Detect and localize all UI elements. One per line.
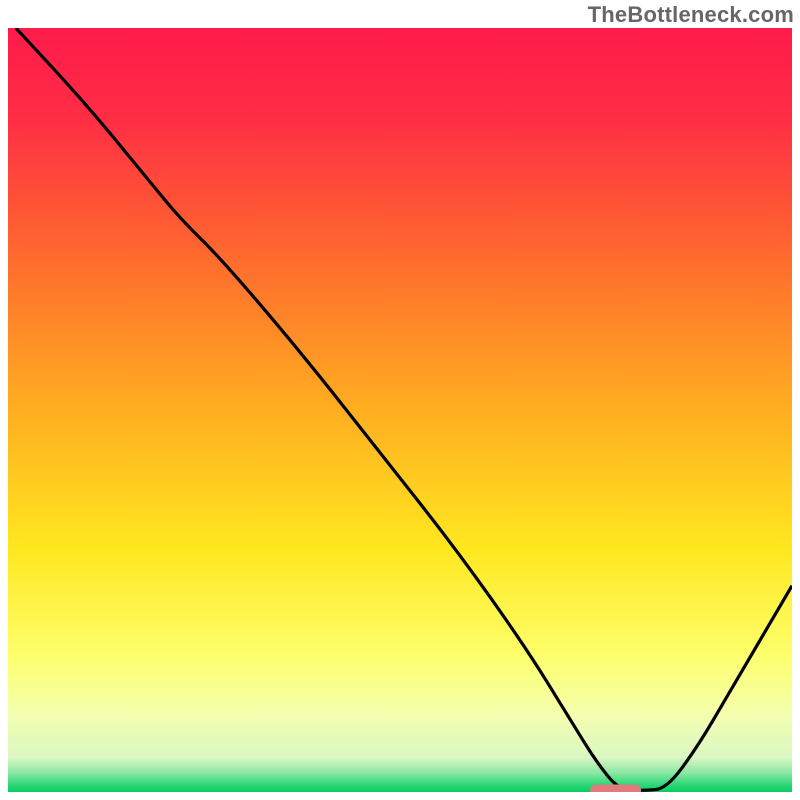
bottleneck-chart	[8, 28, 792, 792]
optimal-marker	[590, 784, 641, 792]
gradient-field	[8, 28, 792, 792]
chart-stage: TheBottleneck.com	[0, 0, 800, 800]
watermark-text: TheBottleneck.com	[588, 2, 794, 28]
